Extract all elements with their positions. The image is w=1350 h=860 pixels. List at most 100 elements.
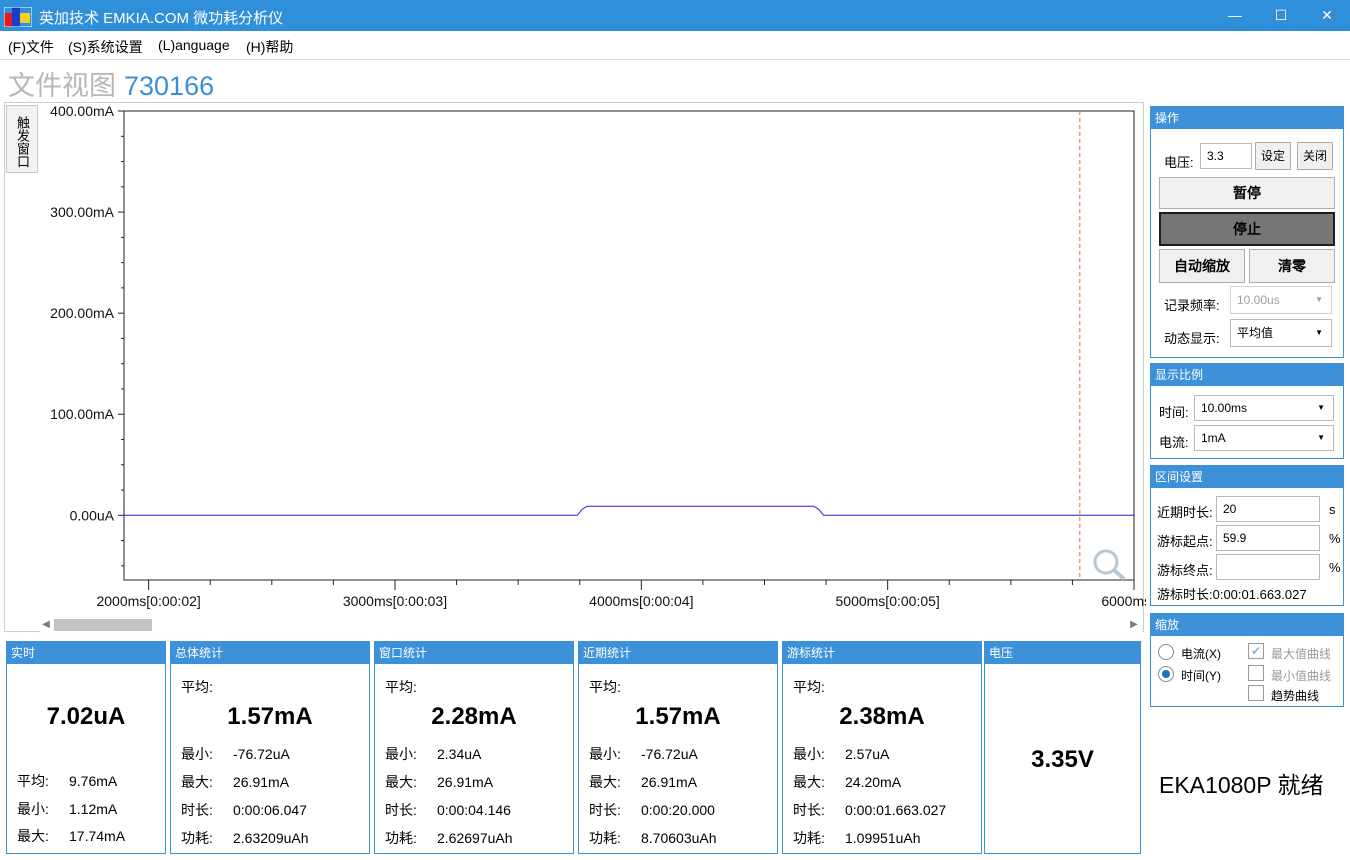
scroll-right-icon[interactable]: ▶	[1128, 617, 1140, 633]
menu-language[interactable]: (L)anguage	[158, 37, 230, 53]
voltage-label: 电压:	[1164, 155, 1194, 170]
y-tick-label: 100.00mA	[50, 406, 114, 422]
operations-header: 操作	[1151, 107, 1343, 129]
trigger-window-button[interactable]: 触发窗口	[6, 105, 38, 173]
record-rate-select[interactable]: 10.00us ▼	[1230, 286, 1332, 314]
voltage-input[interactable]: 3.3	[1200, 143, 1252, 169]
current-chart[interactable]: 400.00mA 300.00mA 200.00mA 100.00mA 0.00uA 20…	[0, 102, 1146, 618]
recent-stats-panel: 近期统计 平均: 1.57mA 最小: -76.72uA 最大: 26.91mA 时…	[578, 641, 778, 854]
x-tick-label: 2000ms[0:00:02]	[96, 593, 200, 609]
zoom-header: 缩放	[1151, 614, 1343, 636]
recent-max-label: 最大:	[589, 774, 621, 790]
window-avg-value: 2.28mA	[431, 703, 517, 730]
minimize-icon: —	[1228, 7, 1242, 23]
device-status: EKA1080P 就绪	[1159, 772, 1324, 798]
zoom-panel: 缩放 电流(X) 时间(Y) ✔ 最大值曲线 最小值曲线 趋势曲线	[1150, 613, 1344, 707]
set-button[interactable]: 设定	[1255, 142, 1291, 170]
total-min-label: 最小:	[181, 746, 213, 762]
dynamic-display-label: 动态显示:	[1164, 331, 1220, 346]
plot-frame	[123, 110, 1135, 581]
trend-curve-checkbox[interactable]	[1248, 685, 1264, 701]
total-power-value: 2.63209uAh	[233, 830, 309, 846]
voltage-header: 电压	[985, 642, 1140, 664]
menu-settings[interactable]: (S)系统设置	[68, 37, 143, 57]
display-scale-header: 显示比例	[1151, 364, 1343, 386]
realtime-header: 实时	[7, 642, 165, 664]
check-icon: ✔	[1250, 644, 1262, 658]
pause-button[interactable]: 暂停	[1159, 177, 1335, 209]
recent-duration-label: 近期时长:	[1157, 505, 1213, 520]
x-tick-label: 3000ms[0:00:03]	[343, 593, 447, 609]
dynamic-display-select[interactable]: 平均值 ▼	[1230, 319, 1332, 347]
current-scale-select[interactable]: 1mA ▼	[1194, 425, 1334, 451]
time-scale-select[interactable]: 10.00ms ▼	[1194, 395, 1334, 421]
total-duration-value: 0:00:06.047	[233, 802, 307, 818]
window-max-label: 最大:	[385, 774, 417, 790]
realtime-max-value: 17.74mA	[69, 828, 126, 844]
maximize-button[interactable]: ☐	[1258, 0, 1304, 31]
recent-power-value: 8.70603uAh	[641, 830, 717, 846]
view-title: 文件视图 730166	[8, 64, 214, 103]
realtime-min-label: 最小:	[17, 801, 49, 817]
y-tick-label: 0.00uA	[70, 507, 115, 523]
cursor-min-value: 2.57uA	[845, 746, 890, 762]
view-id: 730166	[124, 71, 215, 101]
realtime-max-label: 最大:	[17, 828, 49, 844]
cursor-power-label: 功耗:	[793, 830, 825, 846]
max-curve-checkbox[interactable]: ✔	[1248, 643, 1264, 659]
current-scale-label: 电流:	[1159, 435, 1189, 450]
total-power-label: 功耗:	[181, 830, 213, 846]
recent-max-value: 26.91mA	[641, 774, 698, 790]
zoom-current-x-label: 电流(X)	[1181, 647, 1221, 661]
voltage-value: 3.35V	[1031, 746, 1094, 773]
max-curve-label: 最大值曲线	[1271, 647, 1332, 661]
y-tick-label: 400.00mA	[50, 103, 114, 119]
cursor-end-unit: %	[1329, 560, 1341, 575]
x-tick-label: 6000ms[0:	[1101, 593, 1146, 609]
scroll-left-icon[interactable]: ◀	[40, 617, 52, 633]
cursor-end-input[interactable]	[1216, 554, 1320, 580]
scroll-thumb[interactable]	[54, 619, 152, 631]
realtime-avg-value: 9.76mA	[69, 773, 118, 789]
cursor-start-input[interactable]: 59.9	[1216, 525, 1320, 551]
title-bar[interactable]: 英加技术 EMKIA.COM 微功耗分析仪 — ☐ ✕	[0, 0, 1350, 31]
off-button[interactable]: 关闭	[1297, 142, 1333, 170]
stop-button[interactable]: 停止	[1159, 212, 1335, 246]
window-title: 英加技术 EMKIA.COM 微功耗分析仪	[39, 10, 284, 27]
recent-stats-header: 近期统计	[579, 642, 777, 664]
menu-help[interactable]: (H)帮助	[246, 37, 293, 57]
voltage-panel: 电压 3.35V	[984, 641, 1141, 854]
total-avg-label: 平均:	[181, 679, 213, 695]
recent-duration-input[interactable]: 20	[1216, 496, 1320, 522]
menu-file[interactable]: (F)文件	[8, 37, 54, 57]
cursor-end-label: 游标终点:	[1157, 563, 1213, 578]
total-duration-label: 时长:	[181, 802, 213, 818]
maximize-icon: ☐	[1274, 7, 1288, 23]
recent-avg-value: 1.57mA	[635, 703, 721, 730]
window-min-value: 2.34uA	[437, 746, 482, 762]
cursor-stats-header: 游标统计	[783, 642, 981, 664]
cursor-start-label: 游标起点:	[1157, 534, 1213, 549]
minimize-button[interactable]: —	[1212, 0, 1258, 31]
recent-duration-label: 时长:	[589, 802, 621, 818]
min-curve-checkbox[interactable]	[1248, 665, 1264, 681]
window-stats-panel: 窗口统计 平均: 2.28mA 最小: 2.34uA 最大: 26.91mA 时长:…	[374, 641, 574, 854]
zoom-time-y-label: 时间(Y)	[1181, 669, 1221, 683]
menu-bar: (F)文件 (S)系统设置 (L)anguage (H)帮助	[0, 31, 1350, 60]
zoom-current-x-radio[interactable]	[1158, 644, 1174, 660]
y-tick-label: 300.00mA	[50, 204, 114, 220]
zero-button[interactable]: 清零	[1249, 249, 1335, 283]
chevron-down-icon: ▼	[1315, 295, 1323, 304]
total-stats-header: 总体统计	[171, 642, 369, 664]
view-label: 文件视图	[8, 71, 116, 101]
recent-avg-label: 平均:	[589, 679, 621, 695]
chevron-down-icon: ▼	[1315, 328, 1323, 337]
close-button[interactable]: ✕	[1304, 0, 1350, 31]
chart-scrollbar[interactable]: ◀ ▶	[40, 617, 1142, 633]
dynamic-display-value: 平均值	[1237, 326, 1274, 340]
autoscale-button[interactable]: 自动缩放	[1159, 249, 1245, 283]
total-max-label: 最大:	[181, 774, 213, 790]
cursor-start-unit: %	[1329, 531, 1341, 546]
record-rate-label: 记录频率:	[1164, 298, 1220, 313]
zoom-time-y-radio[interactable]	[1158, 666, 1174, 682]
